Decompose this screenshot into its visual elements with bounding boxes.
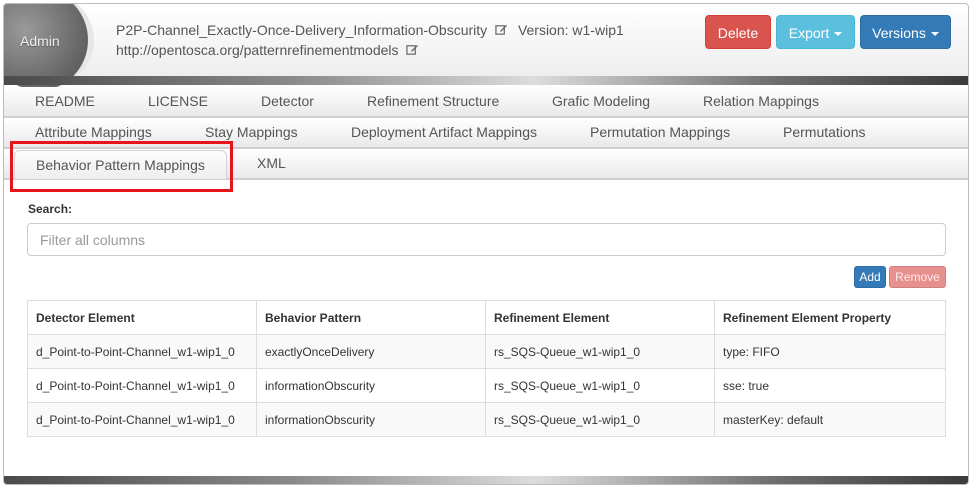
cell-behavior-pattern: exactlyOnceDelivery [256,334,486,369]
tab-permutations[interactable]: Permutations [783,118,865,147]
mappings-table: Detector Element Behavior Pattern Refine… [27,300,946,437]
column-header-behavior-pattern[interactable]: Behavior Pattern [256,300,486,335]
table-header-row: Detector Element Behavior Pattern Refine… [27,300,946,335]
column-header-refinement-element-property[interactable]: Refinement Element Property [714,300,946,335]
edit-namespace-icon[interactable] [406,43,419,56]
tab-readme[interactable]: README [35,87,95,116]
tab-detector[interactable]: Detector [261,87,314,116]
component-title: P2P-Channel_Exactly-Once-Delivery_Inform… [116,22,488,38]
cell-refinement-element-property: sse: true [714,368,946,403]
search-input[interactable] [27,223,946,256]
add-button-label: Add [859,270,881,284]
cell-detector-element: d_Point-to-Point-Channel_w1-wip1_0 [27,402,257,437]
cell-refinement-element: rs_SQS-Queue_w1-wip1_0 [485,368,715,403]
tab-deployment-artifact-mappings[interactable]: Deployment Artifact Mappings [351,118,537,147]
add-button[interactable]: Add [854,266,886,288]
version-label: Version: w1-wip1 [517,22,624,38]
search-label: Search: [28,202,73,216]
app-frame: Admin P2P-Channel_Exactly-Once-Delivery_… [3,3,969,485]
cell-behavior-pattern: informationObscurity [256,368,486,403]
tab-xml[interactable]: XML [257,149,286,178]
tab-grafic-modeling[interactable]: Grafic Modeling [552,87,650,116]
delete-button[interactable]: Delete [705,15,771,49]
table-row[interactable]: d_Point-to-Point-Channel_w1-wip1_0 infor… [27,402,946,437]
remove-button[interactable]: Remove [889,266,946,288]
active-tab-highlight [10,141,233,192]
table-row[interactable]: d_Point-to-Point-Channel_w1-wip1_0 exact… [27,334,946,369]
cell-refinement-element: rs_SQS-Queue_w1-wip1_0 [485,402,715,437]
edit-title-icon[interactable] [495,23,508,36]
export-button-label: Export [788,25,830,41]
cell-refinement-element-property: masterKey: default [714,402,946,437]
column-header-refinement-element[interactable]: Refinement Element [485,300,715,335]
header-divider [4,76,968,85]
remove-button-label: Remove [895,270,940,284]
namespace-line: http://opentosca.org/patternrefinementmo… [116,42,419,58]
delete-button-label: Delete [717,25,759,41]
chevron-down-icon [834,32,843,36]
tab-license[interactable]: LICENSE [148,87,208,116]
cell-behavior-pattern: informationObscurity [256,402,486,437]
footer-divider [4,476,968,484]
tab-row-1: README LICENSE Detector Refinement Struc… [4,87,968,118]
header: Admin P2P-Channel_Exactly-Once-Delivery_… [4,4,968,90]
cell-detector-element: d_Point-to-Point-Channel_w1-wip1_0 [27,368,257,403]
cell-refinement-element: rs_SQS-Queue_w1-wip1_0 [485,334,715,369]
export-button[interactable]: Export [776,15,855,49]
cell-detector-element: d_Point-to-Point-Channel_w1-wip1_0 [27,334,257,369]
table-row[interactable]: d_Point-to-Point-Channel_w1-wip1_0 infor… [27,368,946,403]
component-title-line: P2P-Channel_Exactly-Once-Delivery_Inform… [116,22,624,38]
admin-label[interactable]: Admin [20,33,60,49]
tab-permutation-mappings[interactable]: Permutation Mappings [590,118,730,147]
column-header-detector-element[interactable]: Detector Element [27,300,257,335]
chevron-down-icon [930,32,939,36]
tab-refinement-structure[interactable]: Refinement Structure [367,87,499,116]
namespace-url: http://opentosca.org/patternrefinementmo… [116,42,399,58]
tab-relation-mappings[interactable]: Relation Mappings [703,87,819,116]
versions-button[interactable]: Versions [860,15,951,49]
versions-button-label: Versions [872,25,926,41]
cell-refinement-element-property: type: FIFO [714,334,946,369]
